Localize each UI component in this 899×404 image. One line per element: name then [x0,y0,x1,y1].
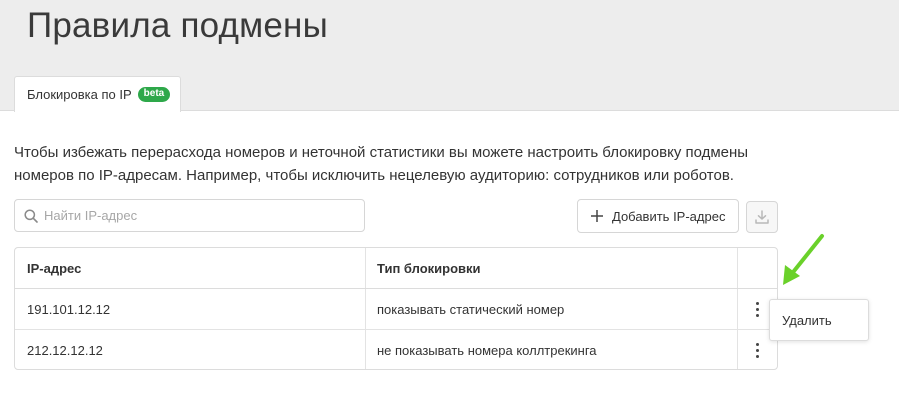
description-text: Чтобы избежать перерасхода номеров и нет… [14,144,749,184]
tab-ip-blocking[interactable]: Блокировка по IP beta [14,76,181,112]
ip-table: IP-адрес Тип блокировки 191.101.12.12 по… [14,247,778,370]
table-row: 191.101.12.12 показывать статический ном… [15,289,777,330]
search-icon [24,208,38,223]
context-menu-delete[interactable]: Удалить [769,299,869,341]
arrow-icon [783,234,824,285]
download-icon [755,210,769,224]
plus-icon [591,210,603,222]
download-button[interactable] [746,201,778,233]
search-box[interactable] [14,199,365,232]
column-header-actions [738,248,777,288]
kebab-menu-icon[interactable] [748,338,768,362]
page-header: Правила подмены Блокировка по IP beta [0,0,899,112]
add-ip-button-label: Добавить IP-адрес [612,208,726,224]
add-ip-button[interactable]: Добавить IP-адрес [577,199,739,233]
table-header-row: IP-адрес Тип блокировки [15,248,777,289]
ip-cell: 212.12.12.12 [15,330,366,369]
beta-badge: beta [137,87,171,102]
block-type-cell: не показывать номера коллтрекинга [366,330,738,369]
delete-menu-item-label: Удалить [782,312,832,328]
column-header-ip: IP-адрес [15,248,366,288]
tab-label: Блокировка по IP [27,87,132,102]
page-title: Правила подмены [27,6,328,45]
ip-cell: 191.101.12.12 [15,289,366,329]
table-row: 212.12.12.12 не показывать номера коллтр… [15,330,777,369]
kebab-menu-icon[interactable] [748,297,768,321]
column-header-type: Тип блокировки [366,248,738,288]
search-input[interactable] [44,208,344,223]
block-type-cell: показывать статический номер [366,289,738,329]
